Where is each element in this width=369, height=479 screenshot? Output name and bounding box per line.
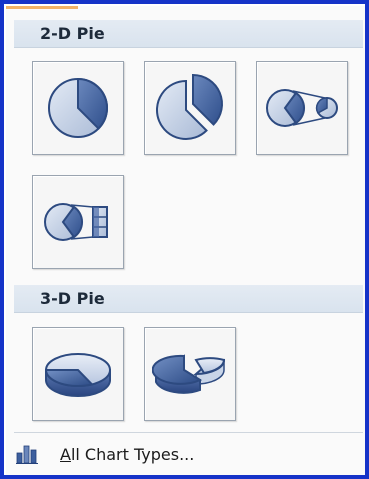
exploded-pie-chart-button[interactable] [144,61,236,155]
section-title-3d-pie: 3-D Pie [40,289,105,308]
pie-3d-chart-button[interactable] [32,327,124,421]
section-header-3d-pie: 3-D Pie [14,285,363,313]
section-title-2d-pie: 2-D Pie [40,24,105,43]
section-header-2d-pie: 2-D Pie [14,20,363,48]
footer-divider [14,432,363,433]
all-chart-types-label: All Chart Types... [60,445,194,464]
menu-top-accent [6,6,78,9]
bar-of-pie-chart-button[interactable] [32,175,124,269]
pie-chart-gallery-menu: 2-D Pie 3-D Pie All Chart Types... [4,4,365,475]
pie-of-pie-icon [266,89,338,127]
column-chart-icon [16,444,38,464]
pie-chart-button[interactable] [32,61,124,155]
exploded-pie-3d-chart-button[interactable] [144,327,236,421]
all-chart-types-button[interactable]: All Chart Types... [14,434,363,474]
chart-gallery-frame: 2-D Pie 3-D Pie All Chart Types... [0,0,369,479]
pie-icon [48,77,108,138]
all-chart-types-accesskey: A [60,444,71,464]
bar-of-pie-icon [44,203,108,241]
pie-of-pie-chart-button[interactable] [256,61,348,155]
exploded-pie-3d-icon [152,354,226,394]
all-chart-types-label-rest: ll Chart Types... [70,444,195,464]
pie-3d-icon [44,353,111,397]
exploded-pie-icon [156,73,223,140]
